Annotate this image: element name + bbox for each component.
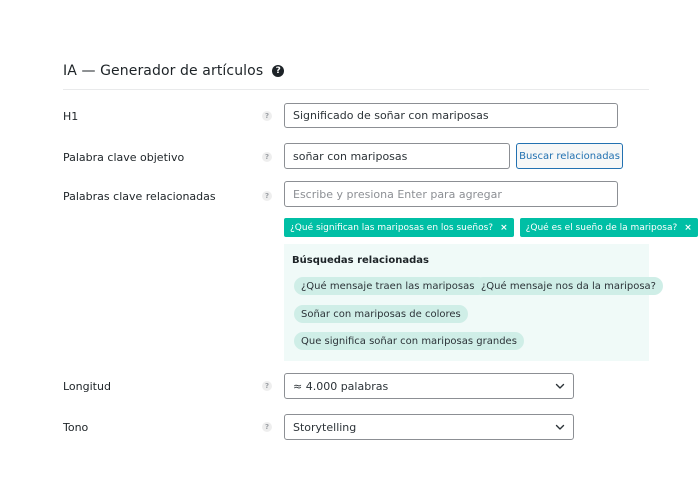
chevron-down-icon — [555, 383, 565, 389]
related-keywords-label: Palabras clave relacionadas — [63, 190, 216, 203]
tone-select[interactable]: Storytelling — [284, 414, 574, 440]
suggestion-pill[interactable]: Que significa soñar con mariposas grande… — [294, 332, 524, 350]
remove-tag-icon[interactable]: × — [684, 223, 692, 233]
related-help-icon[interactable]: ? — [262, 191, 272, 201]
search-related-button[interactable]: Buscar relacionadas — [516, 143, 623, 169]
length-select[interactable]: ≈ 4.000 palabras — [284, 373, 574, 399]
panel-header: IA — Generador de artículos ? — [63, 60, 285, 82]
page-title: IA — Generador de artículos — [63, 63, 264, 79]
chevron-down-icon — [555, 424, 565, 430]
header-divider — [63, 89, 649, 90]
related-tags: ¿Qué significan las mariposas en los sue… — [284, 218, 698, 237]
suggestion-pill[interactable]: ¿Qué mensaje nos da la mariposa? — [474, 277, 663, 295]
tone-help-icon[interactable]: ? — [262, 422, 272, 432]
tone-label: Tono — [63, 421, 89, 434]
keyword-label: Palabra clave objetivo — [63, 151, 185, 164]
question-circle-icon[interactable]: ? — [272, 65, 285, 77]
related-keywords-input[interactable]: Escribe y presiona Enter para agregar — [284, 181, 618, 207]
h1-label: H1 — [63, 110, 79, 123]
related-searches-title: Búsquedas relacionadas — [292, 255, 429, 266]
tone-select-value: Storytelling — [293, 420, 357, 434]
length-select-value: ≈ 4.000 palabras — [293, 379, 389, 393]
remove-tag-icon[interactable]: × — [500, 223, 508, 233]
keyword-input[interactable]: soñar con mariposas — [284, 143, 510, 169]
length-label: Longitud — [63, 380, 111, 393]
length-help-icon[interactable]: ? — [262, 381, 272, 391]
keyword-help-icon[interactable]: ? — [262, 152, 272, 162]
suggestion-pill[interactable]: ¿Qué mensaje traen las mariposas? — [294, 277, 487, 295]
related-tag: ¿Qué significan las mariposas en los sue… — [284, 218, 514, 237]
suggestion-pill[interactable]: Soñar con mariposas de colores — [294, 305, 468, 323]
h1-input[interactable]: Significado de soñar con mariposas — [284, 103, 618, 128]
h1-help-icon[interactable]: ? — [262, 111, 272, 121]
tag-text: ¿Qué es el sueño de la mariposa? — [525, 222, 678, 233]
article-generator-panel: IA — Generador de artículos ? H1 ? Signi… — [0, 0, 700, 500]
tag-text: ¿Qué significan las mariposas en los sue… — [290, 222, 494, 233]
related-tag: ¿Qué es el sueño de la mariposa? × — [519, 218, 698, 237]
related-searches-box: Búsquedas relacionadas ¿Qué mensaje trae… — [284, 244, 663, 361]
